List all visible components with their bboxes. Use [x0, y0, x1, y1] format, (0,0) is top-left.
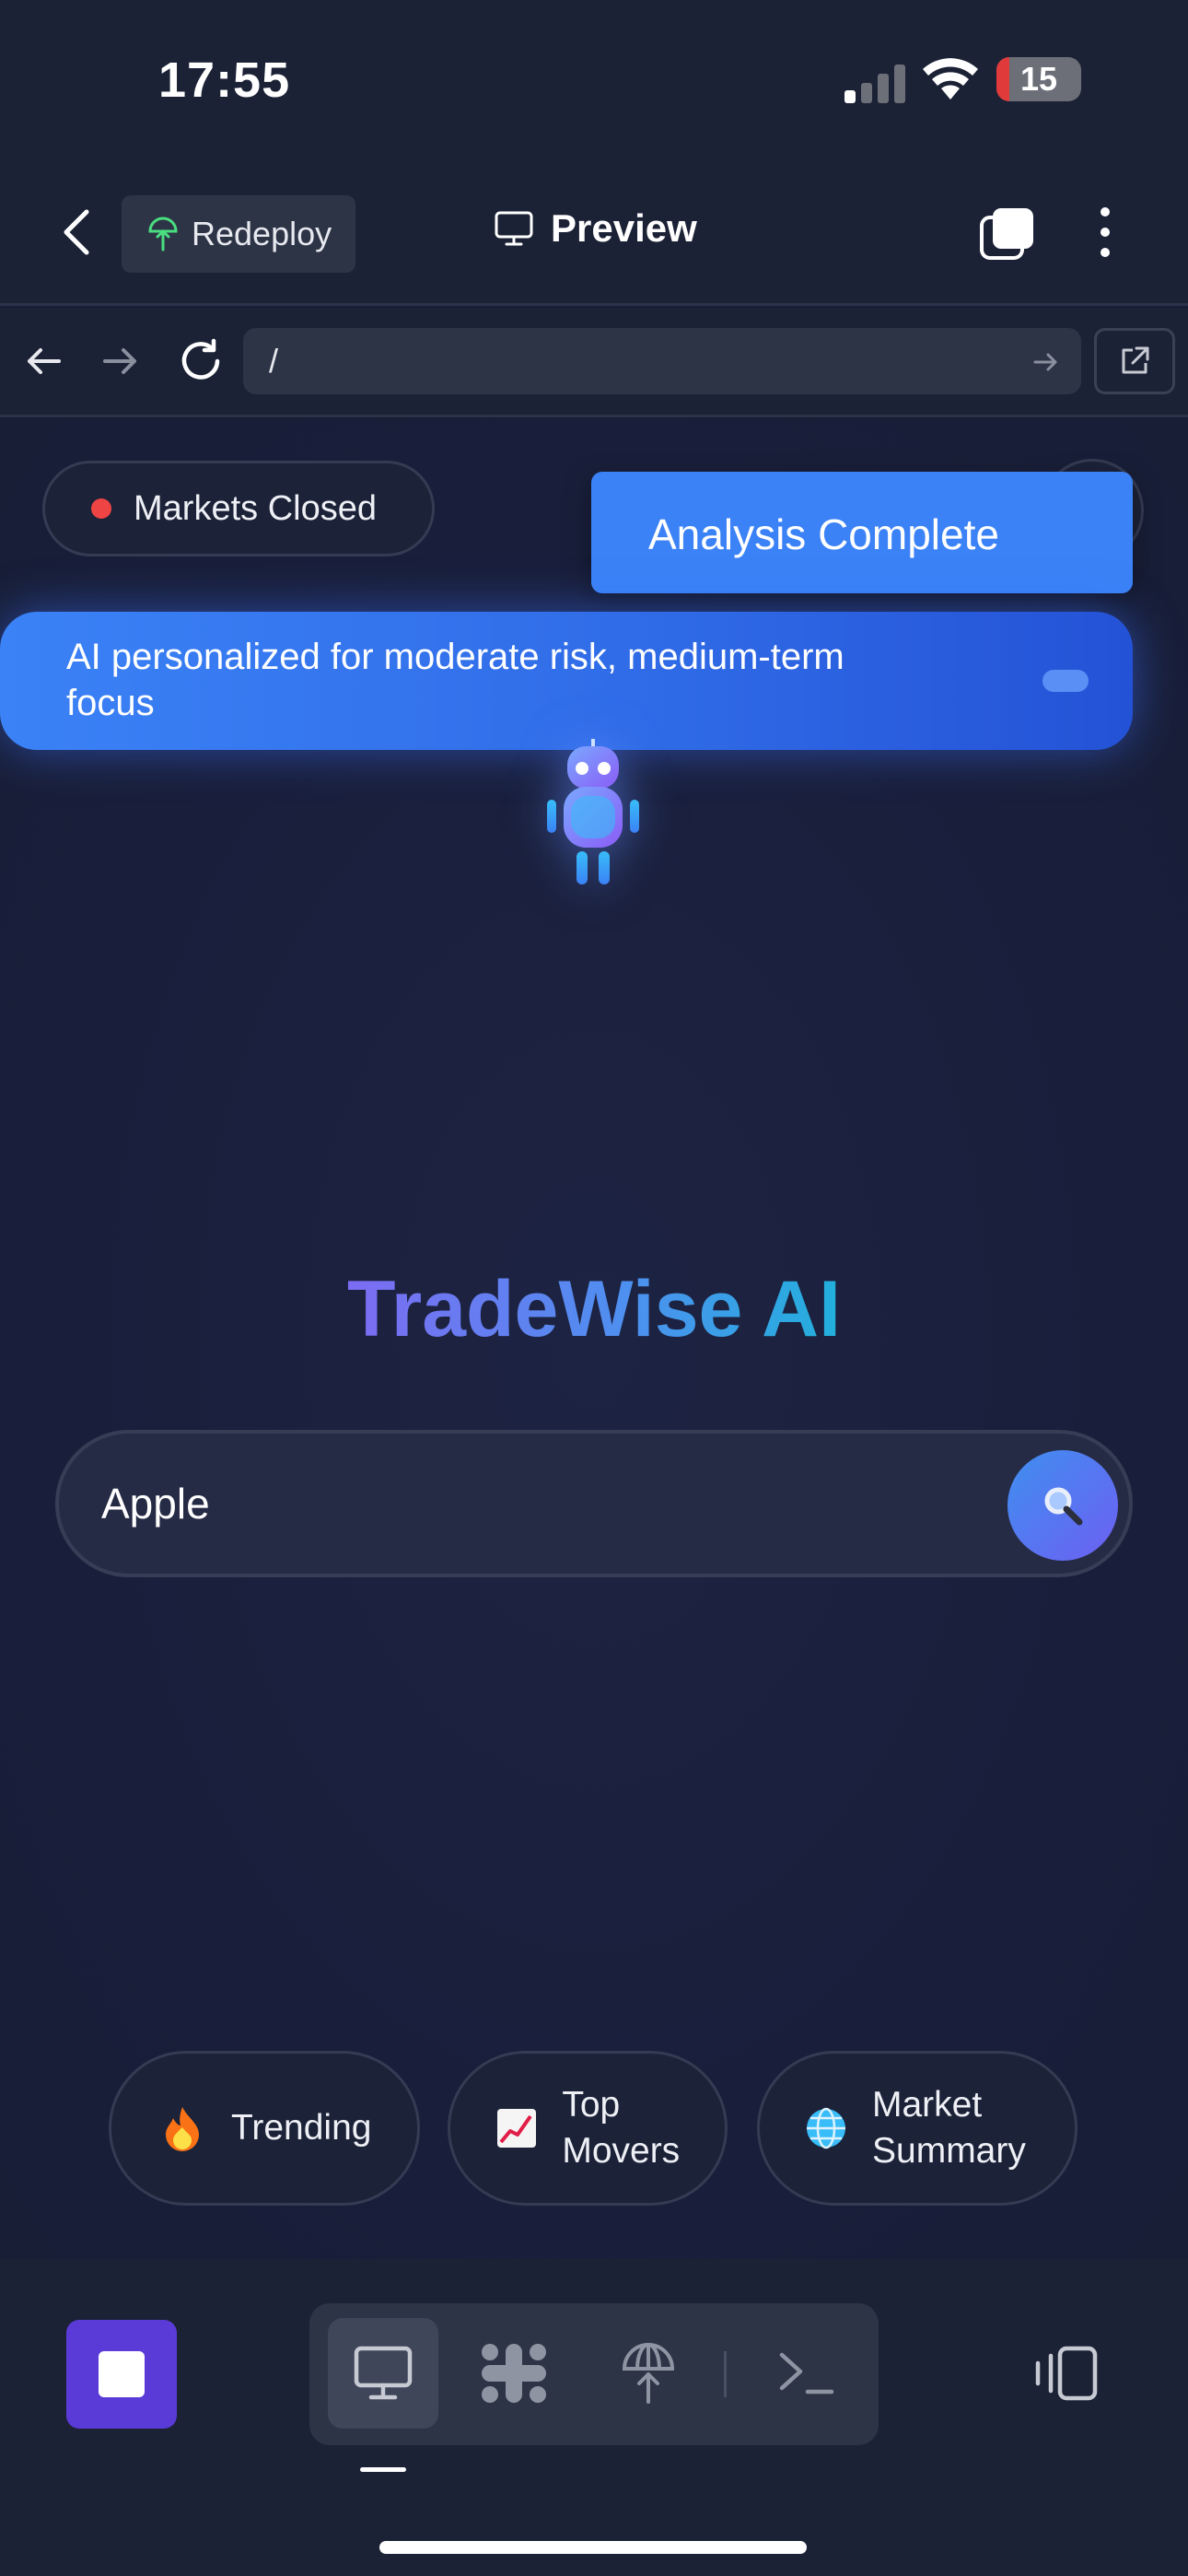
home-indicator	[379, 2541, 807, 2554]
market-summary-chip[interactable]: Market Summary	[757, 2051, 1077, 2206]
robot-icon	[547, 739, 639, 884]
app-title: TradeWise AI	[0, 1264, 1188, 1355]
top-movers-label: Top Movers	[562, 2085, 681, 2171]
monitor-icon	[354, 2346, 413, 2400]
stop-button[interactable]	[66, 2320, 177, 2429]
redeploy-label: Redeploy	[192, 215, 332, 252]
tabs-icon[interactable]	[978, 205, 1037, 263]
open-external-button[interactable]	[1094, 328, 1175, 394]
external-link-icon	[1122, 346, 1149, 374]
deploy-icon	[148, 217, 178, 252]
device-toggle-button[interactable]	[1030, 2340, 1103, 2406]
battery-percent: 15	[1019, 60, 1058, 98]
banner-dismiss-button[interactable]	[1042, 670, 1089, 692]
terminal-button[interactable]	[755, 2318, 858, 2429]
more-vertical-icon[interactable]	[1092, 205, 1118, 260]
reload-icon[interactable]	[177, 337, 225, 385]
trending-chip[interactable]: Trending	[109, 2051, 420, 2206]
search-button[interactable]	[1007, 1450, 1118, 1561]
dots-grid-button[interactable]	[462, 2318, 565, 2429]
search-input[interactable]	[101, 1458, 930, 1550]
wifi-icon	[923, 58, 978, 100]
deploy-icon	[622, 2343, 675, 2404]
arrow-right-icon[interactable]	[99, 341, 140, 381]
market-summary-label: Market Summary	[872, 2085, 1026, 2171]
chart-icon	[495, 2103, 538, 2153]
trending-label: Trending	[231, 2108, 372, 2148]
redeploy-button[interactable]: Redeploy	[122, 195, 355, 273]
banner-text: AI personalized for moderate risk, mediu…	[66, 637, 844, 723]
magnifier-icon	[1044, 1487, 1083, 1526]
market-status-badge: Markets Closed	[42, 461, 435, 556]
analysis-toast: Analysis Complete	[591, 472, 1133, 593]
terminal-icon	[779, 2352, 834, 2395]
device-rotate-icon	[1035, 2346, 1098, 2401]
top-movers-chip[interactable]: Top Movers	[448, 2051, 728, 2206]
dots-grid-icon	[482, 2344, 546, 2403]
battery-indicator: 15	[996, 57, 1081, 101]
signal-icon	[844, 64, 905, 103]
market-status-label: Markets Closed	[134, 488, 377, 528]
status-time: 17:55	[158, 53, 291, 108]
toolbar-divider	[724, 2351, 727, 2397]
url-field[interactable]: /	[243, 328, 1081, 394]
globe-icon	[804, 2103, 848, 2153]
go-arrow-icon[interactable]	[1031, 348, 1059, 376]
preview-title: Preview	[494, 206, 697, 251]
status-dot-icon	[91, 498, 111, 519]
desktop-view-button[interactable]	[328, 2318, 438, 2429]
arrow-left-icon[interactable]	[24, 341, 64, 381]
active-tab-indicator	[360, 2467, 406, 2472]
preview-label: Preview	[551, 206, 697, 250]
monitor-icon	[495, 211, 533, 246]
fire-icon	[157, 2103, 207, 2153]
personalization-banner: AI personalized for moderate risk, mediu…	[0, 612, 1133, 750]
stop-icon	[99, 2351, 145, 2397]
deploy-view-button[interactable]	[599, 2318, 698, 2429]
back-chevron-icon[interactable]	[53, 205, 99, 260]
app-title-text: TradeWise AI	[346, 1265, 842, 1353]
